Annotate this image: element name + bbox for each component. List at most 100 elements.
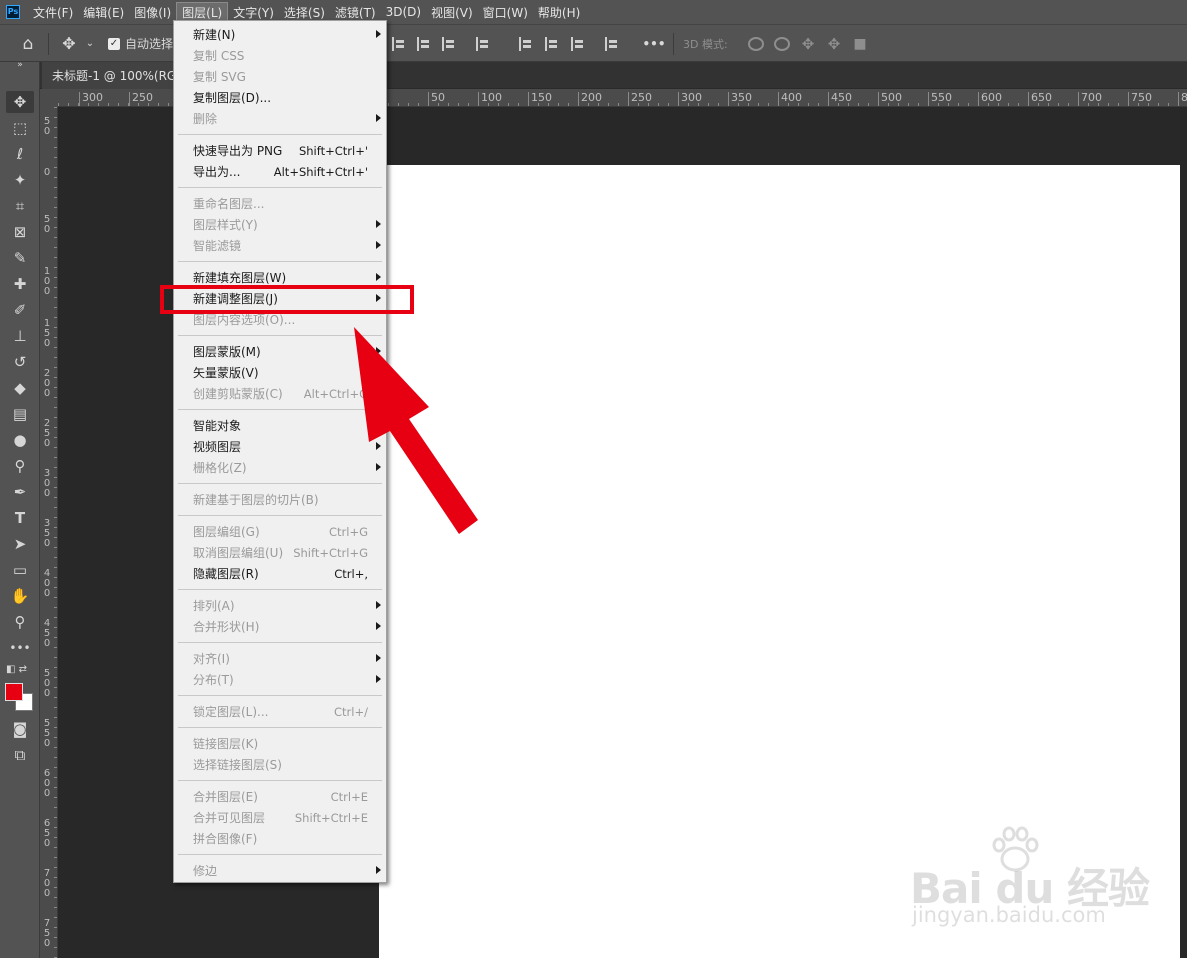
layer-menu-item-6[interactable]: 导出为... Alt+Shift+Ctrl+' [174, 161, 386, 182]
checkbox-checked-icon: ✓ [108, 37, 120, 50]
menu-image[interactable]: 图像(I) [129, 2, 176, 22]
hand-tool-icon[interactable]: ✋ [6, 585, 34, 607]
menu-edit[interactable]: 编辑(E) [78, 2, 129, 22]
rectangle-tool-icon[interactable]: ▭ [6, 559, 34, 581]
menu-file[interactable]: 文件(F) [28, 2, 78, 22]
move-tool-icon[interactable]: ✥ [58, 25, 80, 62]
align-right-icon[interactable] [440, 25, 456, 62]
pen-tool-icon[interactable]: ✒ [6, 481, 34, 503]
menu-item-shortcut: Ctrl+/ [334, 704, 368, 719]
3d-roll-icon[interactable] [772, 25, 792, 62]
menu-3d[interactable]: 3D(D) [381, 2, 426, 22]
type-tool-icon[interactable]: T [6, 507, 34, 529]
clone-stamp-tool-icon[interactable]: ⊥ [6, 325, 34, 347]
submenu-arrow-icon [376, 601, 381, 609]
layer-menu-item-9: 智能滤镜 [174, 235, 386, 256]
ruler-label: 5 0 [43, 214, 51, 235]
menu-view[interactable]: 视图(V) [426, 2, 478, 22]
move-tool-icon[interactable]: ✥ [6, 91, 34, 113]
collapse-panel-icon[interactable]: » [6, 60, 34, 70]
layer-menu-item-22[interactable]: 隐藏图层(R) Ctrl+, [174, 563, 386, 584]
gradient-tool-icon[interactable]: ▤ [6, 403, 34, 425]
menu-item-label: 快速导出为 PNG [193, 144, 283, 158]
distribute-vertical-icon[interactable] [603, 25, 619, 62]
menu-select[interactable]: 选择(S) [279, 2, 330, 22]
ruler-label: 500 [878, 92, 902, 106]
align-top-icon[interactable] [517, 25, 533, 62]
3d-pan-icon[interactable]: ✥ [798, 25, 818, 62]
layer-menu-item-0[interactable]: 新建(N) [174, 24, 386, 45]
lasso-tool-icon[interactable]: ℓ [6, 143, 34, 165]
layer-menu-item-27: 锁定图层(L)... Ctrl+/ [174, 701, 386, 722]
foreground-color-swatch[interactable] [5, 683, 23, 701]
photoshop-logo-icon[interactable]: Ps [6, 5, 20, 19]
swap-colors-icon[interactable]: ◧ ⇄ [6, 663, 34, 677]
3d-orbit-icon[interactable] [746, 25, 766, 62]
layer-menu-item-5[interactable]: 快速导出为 PNG Shift+Ctrl+' [174, 140, 386, 161]
red-highlight-box [160, 285, 414, 314]
ruler-label: 300 [79, 92, 103, 106]
layer-menu-item-32: 拼合图像(F) [174, 828, 386, 849]
menu-item-label: 锁定图层(L)... [193, 705, 269, 719]
blur-tool-icon[interactable]: ● [6, 429, 34, 451]
menu-item-label: 智能滤镜 [193, 239, 242, 253]
magic-wand-tool-icon[interactable]: ✦ [6, 169, 34, 191]
crop-tool-icon[interactable]: ⌗ [6, 195, 34, 217]
distribute-icon[interactable] [474, 25, 490, 62]
menu-item-label: 拼合图像(F) [193, 832, 258, 846]
menu-window[interactable]: 窗口(W) [478, 2, 533, 22]
align-bottom-icon[interactable] [569, 25, 585, 62]
screen-mode-icon[interactable]: ⧉ [6, 744, 34, 766]
ruler-label: 600 [978, 92, 1002, 106]
eraser-tool-icon[interactable]: ◆ [6, 377, 34, 399]
ruler-label: 5 5 0 [43, 718, 51, 749]
auto-select-checkbox[interactable]: ✓ 自动选择 [108, 25, 178, 62]
submenu-arrow-icon [376, 654, 381, 662]
more-options-icon[interactable]: ••• [642, 25, 666, 62]
more-tools-icon[interactable]: ••• [6, 637, 34, 659]
align-left-icon[interactable] [390, 25, 406, 62]
separator [673, 33, 674, 55]
submenu-arrow-icon [376, 241, 381, 249]
ruler-label: 5 0 0 [43, 668, 51, 699]
menu-item-shortcut: Ctrl+, [334, 566, 368, 581]
3d-scale-icon[interactable]: ■ [850, 25, 870, 62]
submenu-arrow-icon [376, 30, 381, 38]
path-selection-tool-icon[interactable]: ➤ [6, 533, 34, 555]
menu-help[interactable]: 帮助(H) [533, 2, 585, 22]
baidu-jingyan-watermark: Bai du 经验 jingyan.baidu.com [900, 825, 1150, 935]
healing-brush-tool-icon[interactable]: ✚ [6, 273, 34, 295]
ruler-label: 6 0 0 [43, 768, 51, 799]
home-icon[interactable]: ⌂ [16, 25, 40, 62]
menu-item-label: 合并图层(E) [193, 790, 258, 804]
menu-separator [178, 261, 382, 262]
menu-layer[interactable]: 图层(L) [176, 2, 229, 22]
ruler-label: 350 [728, 92, 752, 106]
zoom-tool-icon[interactable]: ⚲ [6, 611, 34, 633]
quick-mask-icon[interactable]: ◙ [6, 718, 34, 740]
history-brush-tool-icon[interactable]: ↺ [6, 351, 34, 373]
ruler-label: 150 [528, 92, 552, 106]
3d-mode-label: 3D 模式: [683, 37, 728, 51]
chevron-down-icon[interactable]: ⌄ [83, 25, 97, 62]
align-middle-icon[interactable] [543, 25, 559, 62]
menu-type[interactable]: 文字(Y) [228, 2, 279, 22]
eyedropper-tool-icon[interactable]: ✎ [6, 247, 34, 269]
marquee-tool-icon[interactable]: ⬚ [6, 117, 34, 139]
menu-item-label: 对齐(I) [193, 652, 230, 666]
vertical-ruler[interactable]: 5 0 0 5 0 1 0 0 1 5 0 2 0 0 2 5 0 3 0 0 … [40, 107, 58, 958]
ruler-label: 650 [1028, 92, 1052, 106]
frame-tool-icon[interactable]: ⊠ [6, 221, 34, 243]
menu-item-label: 导出为... [193, 165, 241, 179]
ruler-label: 7 0 0 [43, 868, 51, 899]
ruler-corner [40, 89, 58, 107]
brush-tool-icon[interactable]: ✐ [6, 299, 34, 321]
menu-item-shortcut: Ctrl+E [330, 789, 368, 804]
dodge-tool-icon[interactable]: ⚲ [6, 455, 34, 477]
menu-separator [178, 187, 382, 188]
menu-filter[interactable]: 滤镜(T) [330, 2, 381, 22]
3d-slide-icon[interactable]: ✥ [824, 25, 844, 62]
align-center-icon[interactable] [415, 25, 431, 62]
layer-menu-item-3[interactable]: 复制图层(D)... [174, 87, 386, 108]
submenu-arrow-icon [376, 622, 381, 630]
